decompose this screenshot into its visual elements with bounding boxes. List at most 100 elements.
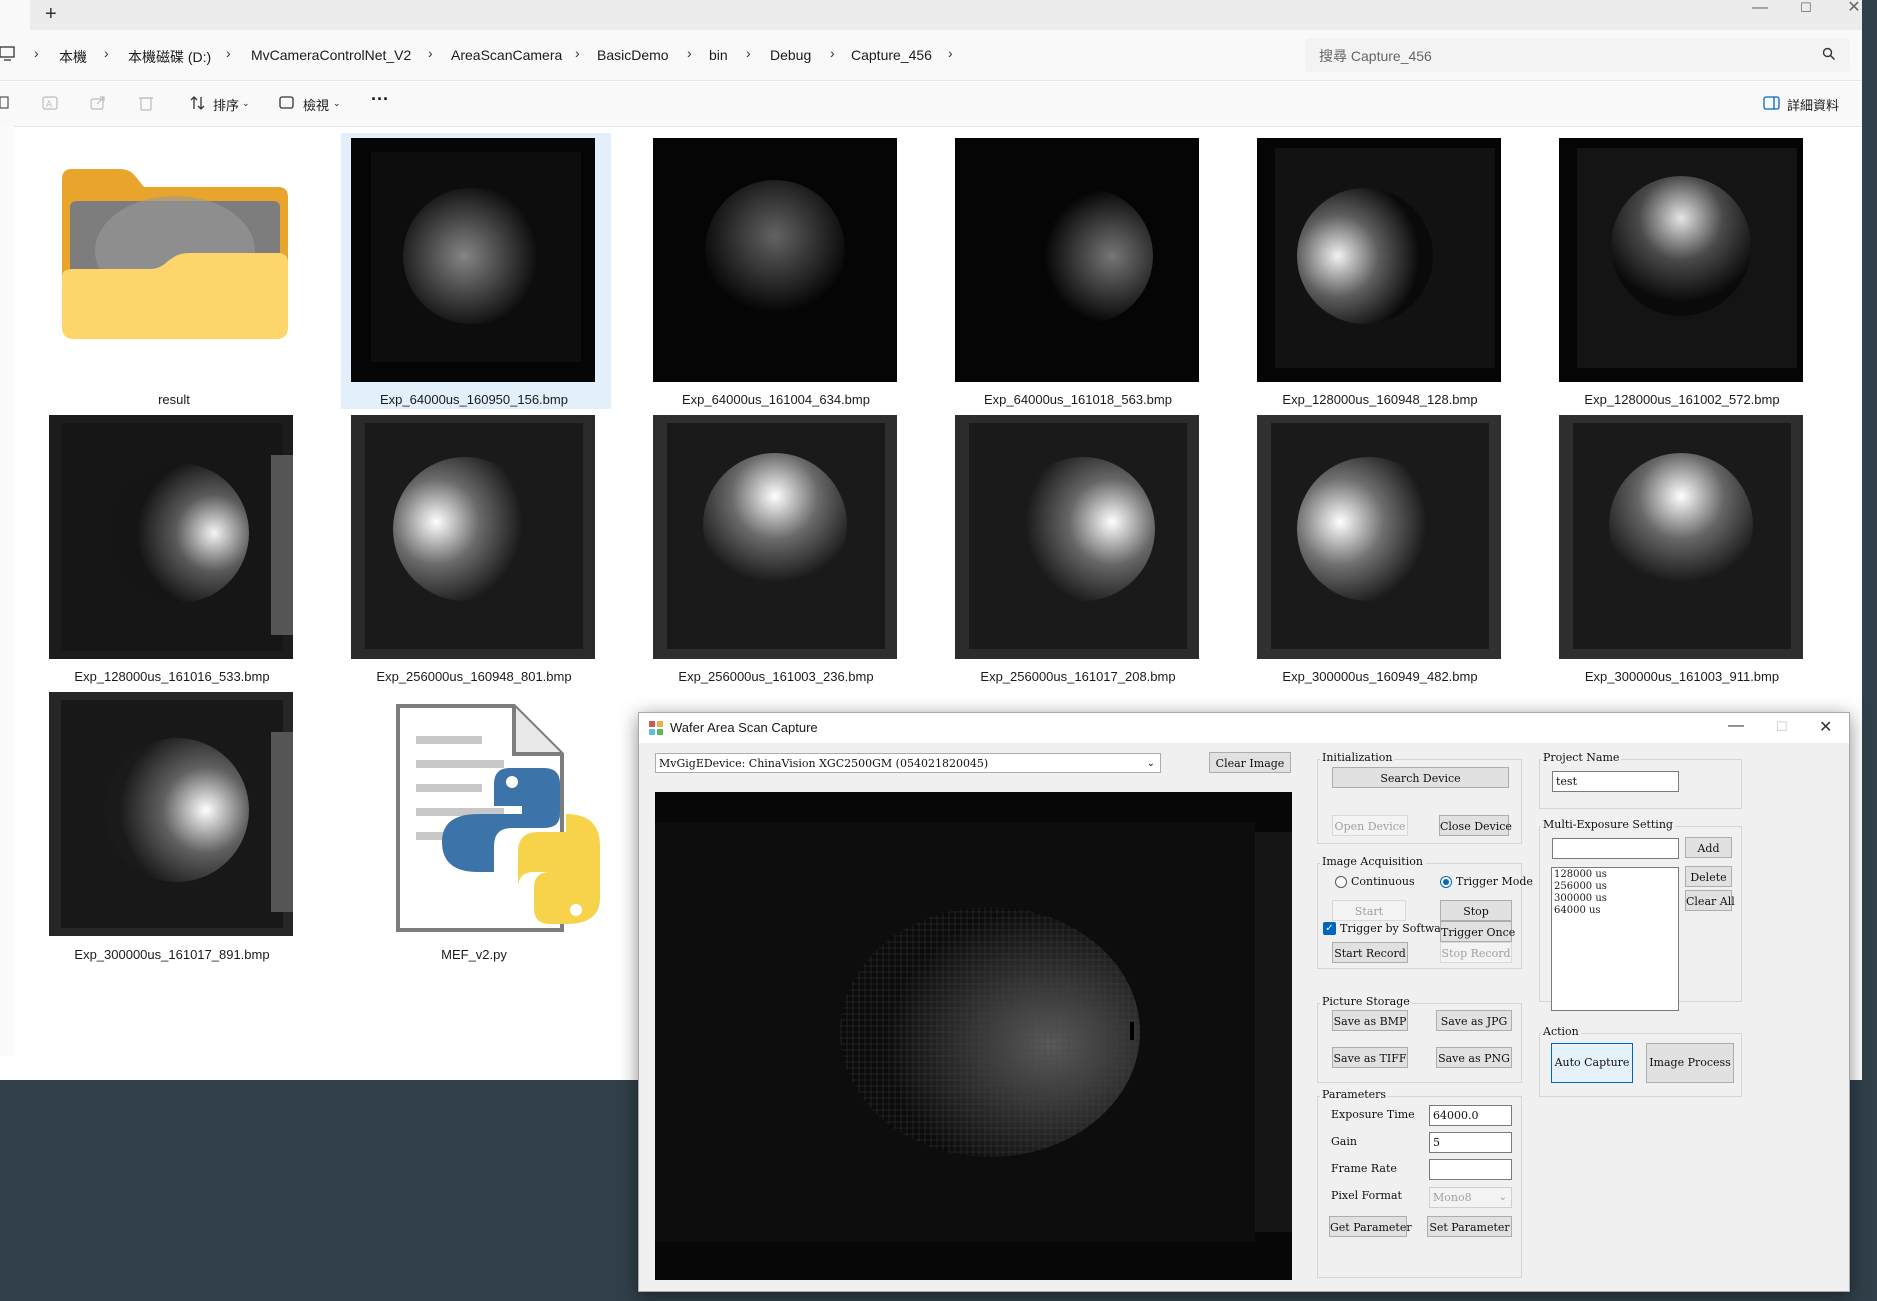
file-name: Exp_128000us_161016_533.bmp <box>74 669 270 684</box>
clear-image-button[interactable]: Clear Image <box>1209 752 1291 773</box>
multi-exposure-label: Multi-Exposure Setting <box>1541 818 1675 831</box>
auto-capture-button[interactable]: Auto Capture <box>1551 1043 1633 1083</box>
pixel-format-label: Pixel Format <box>1331 1189 1402 1202</box>
chevron-right-icon: › <box>830 45 835 61</box>
stop-record-button[interactable]: Stop Record <box>1440 942 1512 963</box>
breadcrumb-item[interactable]: 本機磁碟 (D:) <box>128 47 211 67</box>
maximize-icon: ☐ <box>1776 719 1788 734</box>
breadcrumb-item[interactable]: Debug <box>770 47 811 63</box>
image-process-button[interactable]: Image Process <box>1646 1043 1734 1083</box>
chevron-right-icon: › <box>746 45 751 61</box>
thumbnail-image <box>351 138 595 382</box>
file-name: MEF_v2.py <box>441 947 507 962</box>
clear-all-button[interactable]: Clear All <box>1685 890 1735 911</box>
search-placeholder: 搜尋 Capture_456 <box>1319 48 1432 64</box>
exposure-time-input[interactable]: 64000.0 <box>1429 1105 1512 1126</box>
chevron-right-icon: › <box>104 45 109 61</box>
view-button[interactable]: 檢視 <box>303 95 329 114</box>
delete-button[interactable]: Delete <box>1685 866 1732 887</box>
close-icon[interactable]: ✕ <box>1819 717 1832 737</box>
navigation-pane-edge <box>0 126 14 1056</box>
details-pane-icon <box>1763 96 1780 110</box>
python-file-icon <box>396 704 600 932</box>
breadcrumb-item[interactable]: bin <box>709 47 728 63</box>
list-item[interactable]: 64000 us <box>1554 905 1676 917</box>
thumbnail-image <box>653 138 897 382</box>
save-tiff-button[interactable]: Save as TIFF <box>1332 1047 1408 1068</box>
sort-button[interactable]: 排序 <box>213 95 239 114</box>
details-button[interactable]: 詳細資料 <box>1787 95 1839 114</box>
maximize-icon[interactable]: ☐ <box>1786 0 1826 16</box>
pixel-format-select[interactable]: Mono8 ⌄ <box>1429 1187 1512 1208</box>
pixel-format-value: Mono8 <box>1433 1191 1472 1204</box>
title-bar: Wafer Area Scan Capture — ☐ ✕ <box>639 713 1849 743</box>
save-jpg-button[interactable]: Save as JPG <box>1436 1010 1512 1031</box>
thumbnail-image <box>1257 415 1501 659</box>
minimize-icon[interactable]: — <box>1728 717 1744 735</box>
save-bmp-button[interactable]: Save as BMP <box>1332 1010 1408 1031</box>
copy-icon[interactable] <box>0 94 18 112</box>
breadcrumb-item[interactable]: MvCameraControlNet_V2 <box>251 47 411 63</box>
file-name: Exp_64000us_161004_634.bmp <box>682 392 870 407</box>
breadcrumb-item[interactable]: AreaScanCamera <box>451 47 562 63</box>
parameters-label: Parameters <box>1320 1088 1389 1101</box>
list-item[interactable]: 300000 us <box>1554 893 1676 905</box>
chevron-down-icon: ⌄ <box>1498 1192 1507 1203</box>
exposure-list[interactable]: 128000 us 256000 us 300000 us 64000 us <box>1551 867 1679 1011</box>
project-name-input[interactable]: test <box>1552 771 1679 792</box>
save-png-button[interactable]: Save as PNG <box>1436 1047 1512 1068</box>
open-device-button[interactable]: Open Device <box>1332 815 1408 836</box>
thumbnail-image <box>351 415 595 659</box>
search-device-button[interactable]: Search Device <box>1332 767 1509 788</box>
address-bar[interactable]: › 本機 › 本機磁碟 (D:) › MvCameraControlNet_V2… <box>0 30 1862 81</box>
list-item[interactable]: 128000 us <box>1554 869 1676 881</box>
tab-strip: + — ☐ ✕ <box>0 0 1862 30</box>
active-tab[interactable] <box>0 0 30 30</box>
share-icon[interactable] <box>90 94 108 112</box>
rename-icon[interactable]: A <box>42 94 60 112</box>
start-record-button[interactable]: Start Record <box>1332 942 1408 963</box>
new-tab-button[interactable]: + <box>45 3 57 26</box>
trigger-mode-radio[interactable] <box>1440 876 1452 888</box>
add-button[interactable]: Add <box>1685 837 1732 858</box>
search-input[interactable]: 搜尋 Capture_456 <box>1305 38 1850 72</box>
close-icon[interactable]: ✕ <box>1834 0 1874 16</box>
frame-rate-input[interactable] <box>1429 1159 1512 1180</box>
chevron-down-icon: ⌄ <box>242 98 250 108</box>
gain-input[interactable]: 5 <box>1429 1132 1512 1153</box>
camera-preview <box>655 792 1292 1280</box>
breadcrumb-item[interactable]: Capture_456 <box>851 47 932 63</box>
more-options-button[interactable]: ··· <box>371 89 389 110</box>
search-icon <box>1822 47 1836 61</box>
start-button[interactable]: Start <box>1332 900 1406 921</box>
device-select-value: MvGigEDevice: ChinaVision XGC2500GM (054… <box>659 757 989 770</box>
wafer-capture-window: Wafer Area Scan Capture — ☐ ✕ MvGigEDevi… <box>638 712 1850 1292</box>
breadcrumb-item[interactable]: BasicDemo <box>597 47 669 63</box>
continuous-label: Continuous <box>1351 875 1415 888</box>
continuous-radio[interactable] <box>1335 876 1347 888</box>
list-item[interactable]: 256000 us <box>1554 881 1676 893</box>
trigger-once-button[interactable]: Trigger Once <box>1440 921 1515 942</box>
get-parameter-button[interactable]: Get Parameter <box>1329 1216 1412 1237</box>
file-name: Exp_300000us_161017_891.bmp <box>74 947 270 962</box>
delete-icon[interactable] <box>138 94 156 112</box>
close-device-button[interactable]: Close Device <box>1439 815 1512 836</box>
file-name: Exp_256000us_160948_801.bmp <box>376 669 572 684</box>
file-name: Exp_64000us_161018_563.bmp <box>984 392 1172 407</box>
set-parameter-button[interactable]: Set Parameter <box>1427 1216 1512 1237</box>
chevron-right-icon: › <box>226 45 231 61</box>
folder-icon <box>62 169 288 339</box>
exposure-entry-input[interactable] <box>1552 838 1679 859</box>
app-icon <box>649 721 663 735</box>
chevron-down-icon: ⌄ <box>1146 758 1155 769</box>
thumbnail-image <box>1559 415 1803 659</box>
trigger-software-checkbox[interactable]: ✓ <box>1323 922 1336 935</box>
chevron-right-icon: › <box>575 45 580 61</box>
file-name: Exp_128000us_160948_128.bmp <box>1282 392 1478 407</box>
picture-storage-label: Picture Storage <box>1320 995 1412 1008</box>
stop-button[interactable]: Stop <box>1440 900 1512 921</box>
minimize-icon[interactable]: — <box>1740 0 1780 16</box>
device-select[interactable]: MvGigEDevice: ChinaVision XGC2500GM (054… <box>655 753 1161 773</box>
breadcrumb-item[interactable]: 本機 <box>59 47 87 67</box>
thumbnail-image <box>955 138 1199 382</box>
